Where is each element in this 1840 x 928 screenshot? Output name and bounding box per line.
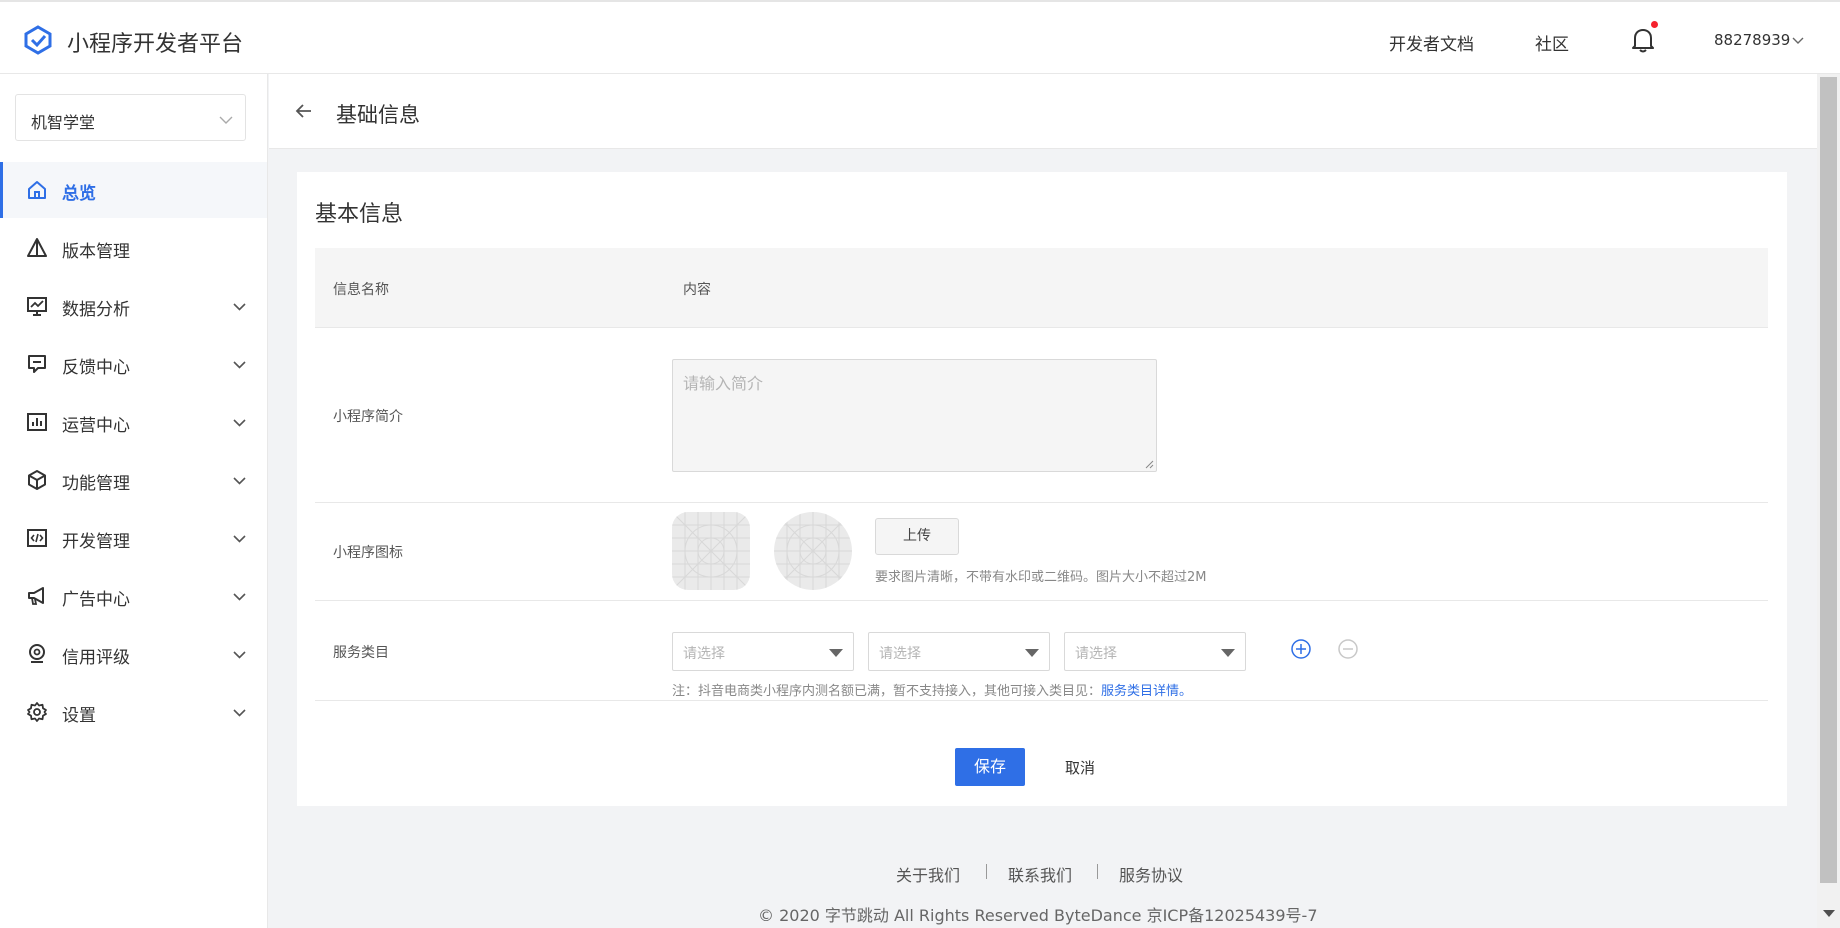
sidebar-item-settings[interactable]: 设置 xyxy=(0,684,267,740)
row-divider xyxy=(315,700,1768,701)
chevron-down-icon xyxy=(233,709,246,717)
sidebar-item-development[interactable]: 开发管理 xyxy=(0,510,267,566)
sidebar-item-label: 数据分析 xyxy=(62,300,130,320)
chevron-down-icon xyxy=(233,651,246,659)
sidebar-item-analytics[interactable]: 数据分析 xyxy=(0,278,267,334)
scrollbar[interactable] xyxy=(1817,74,1840,928)
card-title: 基本信息 xyxy=(315,202,404,227)
select-placeholder: 请选择 xyxy=(1075,646,1117,662)
row-divider xyxy=(315,502,1768,503)
caret-down-icon xyxy=(1221,649,1235,657)
category-label: 服务类目 xyxy=(333,645,389,661)
sidebar-item-label: 设置 xyxy=(62,706,96,726)
chevron-down-icon xyxy=(233,303,246,311)
sidebar-item-label: 运营中心 xyxy=(62,416,130,436)
logo-icon xyxy=(24,25,52,55)
icon-grid-placeholder xyxy=(774,512,852,590)
sidebar-item-credit[interactable]: 信用评级 xyxy=(0,626,267,682)
category-note-text: 注：抖音电商类小程序内测名额已满，暂不支持接入，其他可接入类目见： xyxy=(672,684,1102,699)
top-header: 小程序开发者平台 开发者文档 社区 88278939 xyxy=(0,0,1840,74)
page-title: 基础信息 xyxy=(336,103,420,127)
sidebar-item-label: 广告中心 xyxy=(62,590,130,610)
service-agreement-link[interactable]: 服务协议 xyxy=(1119,862,1183,886)
notification-dot xyxy=(1651,21,1658,28)
app-selector[interactable]: 机智学堂 xyxy=(15,94,246,141)
scrollbar-thumb[interactable] xyxy=(1820,77,1837,883)
category-select-1[interactable]: 请选择 xyxy=(672,632,854,671)
code-icon xyxy=(27,529,47,547)
user-id[interactable]: 88278939 xyxy=(1714,31,1790,49)
page-title-bar: 基础信息 xyxy=(269,74,1817,149)
sidebar-item-versions[interactable]: 版本管理 xyxy=(0,220,267,276)
about-us-link[interactable]: 关于我们 xyxy=(896,862,960,886)
icon-label: 小程序图标 xyxy=(333,545,403,561)
resize-handle-icon[interactable] xyxy=(1144,459,1154,469)
column-header-content: 内容 xyxy=(683,282,711,298)
basic-info-card: 基本信息 信息名称 内容 小程序简介 请输入简介 小程序图标 上传 要求图片清晰… xyxy=(297,172,1787,806)
add-category-icon[interactable] xyxy=(1290,638,1312,660)
cube-icon xyxy=(28,470,46,490)
sidebar-item-ads[interactable]: 广告中心 xyxy=(0,568,267,624)
sidebar-item-label: 总览 xyxy=(62,184,96,204)
category-select-2[interactable]: 请选择 xyxy=(868,632,1050,671)
back-arrow-icon[interactable] xyxy=(293,100,315,122)
round-icon-preview xyxy=(774,512,852,590)
icon-grid-placeholder xyxy=(672,512,750,590)
bell-icon[interactable] xyxy=(1630,26,1656,54)
sidebar-item-features[interactable]: 功能管理 xyxy=(0,452,267,508)
chevron-down-icon xyxy=(233,535,246,543)
square-icon-preview xyxy=(672,512,750,590)
community-link[interactable]: 社区 xyxy=(1535,30,1569,55)
footer-separator xyxy=(986,864,987,879)
category-details-link[interactable]: 服务类目详情。 xyxy=(1101,684,1192,699)
operations-icon xyxy=(27,413,47,431)
cancel-button[interactable]: 取消 xyxy=(1065,757,1095,778)
gear-icon xyxy=(27,702,47,722)
chevron-down-icon[interactable] xyxy=(1792,34,1804,46)
sidebar-item-label: 版本管理 xyxy=(62,242,130,262)
caret-down-icon xyxy=(1025,649,1039,657)
upload-button[interactable]: 上传 xyxy=(875,518,959,555)
column-header-name: 信息名称 xyxy=(333,282,389,298)
sidebar-item-overview[interactable]: 总览 xyxy=(0,162,267,218)
sidebar-item-operations[interactable]: 运营中心 xyxy=(0,394,267,450)
table-header: 信息名称 内容 xyxy=(315,248,1768,328)
footer-separator xyxy=(1097,864,1098,879)
save-button[interactable]: 保存 xyxy=(955,748,1025,786)
chart-monitor-icon xyxy=(27,297,47,316)
contact-us-link[interactable]: 联系我们 xyxy=(1008,862,1072,886)
credit-badge-icon xyxy=(29,644,45,663)
chevron-down-icon xyxy=(233,419,246,427)
chevron-down-icon xyxy=(233,593,246,601)
select-placeholder: 请选择 xyxy=(683,646,725,662)
feedback-icon xyxy=(28,355,46,373)
home-icon xyxy=(28,181,46,199)
upload-hint: 要求图片清晰，不带有水印或二维码。图片大小不超过2M xyxy=(875,570,1207,585)
chevron-down-icon xyxy=(233,477,246,485)
row-divider xyxy=(315,600,1768,601)
scroll-down-arrow[interactable] xyxy=(1823,910,1835,917)
caret-down-icon xyxy=(829,649,843,657)
brand-title: 小程序开发者平台 xyxy=(67,32,244,57)
megaphone-icon xyxy=(28,587,44,605)
sidebar-item-label: 开发管理 xyxy=(62,532,130,552)
sidebar-item-label: 功能管理 xyxy=(62,474,130,494)
select-placeholder: 请选择 xyxy=(879,646,921,662)
app-selector-value: 机智学堂 xyxy=(31,113,96,132)
sidebar-item-label: 反馈中心 xyxy=(62,358,130,378)
intro-textarea[interactable]: 请输入简介 xyxy=(672,359,1157,472)
developer-docs-link[interactable]: 开发者文档 xyxy=(1389,30,1474,55)
category-note: 注：抖音电商类小程序内测名额已满，暂不支持接入，其他可接入类目见：服务类目详情。 xyxy=(672,680,1192,699)
sidebar-item-label: 信用评级 xyxy=(62,648,130,668)
intro-label: 小程序简介 xyxy=(333,409,403,425)
category-select-3[interactable]: 请选择 xyxy=(1064,632,1246,671)
sidebar-item-feedback[interactable]: 反馈中心 xyxy=(0,336,267,392)
version-icon xyxy=(27,238,47,257)
chevron-down-icon xyxy=(219,116,233,124)
chevron-down-icon xyxy=(233,361,246,369)
sidebar: 机智学堂 总览 版本管理 数据分析 反馈中心 运营中心 功能管理 开发管理 广告… xyxy=(0,74,268,928)
intro-placeholder: 请输入简介 xyxy=(683,374,764,393)
copyright: © 2020 字节跳动 All Rights Reserved ByteDanc… xyxy=(758,906,1318,925)
remove-category-icon[interactable] xyxy=(1337,638,1359,660)
